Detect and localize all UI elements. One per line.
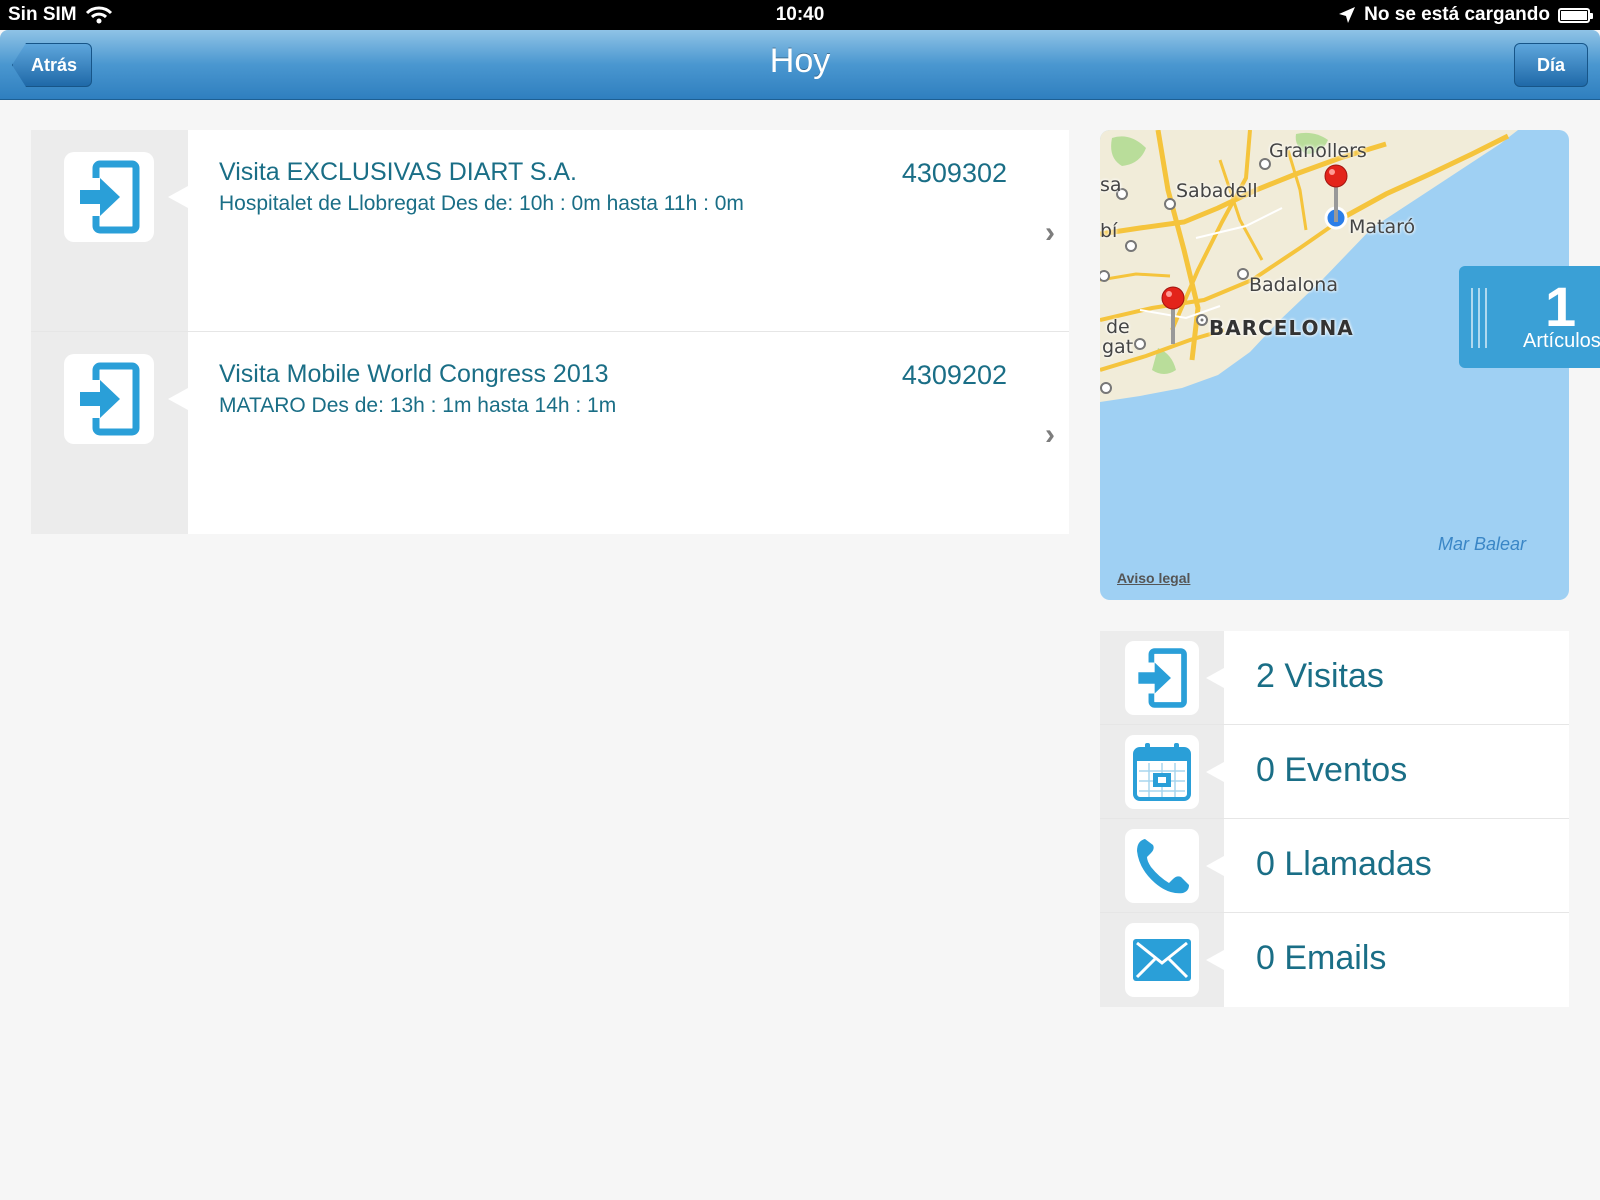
row-notch: [168, 388, 188, 410]
summary-list: 2 Visitas 0 Eventos 0 Llamadas 0 Emails: [1100, 631, 1569, 1007]
battery-icon: [1558, 7, 1593, 23]
chevron-right-icon: ›: [1045, 418, 1055, 451]
summary-row-visits[interactable]: 2 Visitas: [1100, 631, 1569, 725]
map-label-badalona: Badalona: [1249, 274, 1338, 296]
visit-row[interactable]: Visita EXCLUSIVAS DIART S.A. Hospitalet …: [31, 130, 1069, 332]
status-right: No se está cargando: [1338, 4, 1593, 26]
grip-icon: [1471, 288, 1487, 348]
enter-icon: [80, 362, 140, 436]
summary-row-emails[interactable]: 0 Emails: [1100, 913, 1569, 1007]
visit-title: Visita EXCLUSIVAS DIART S.A.: [219, 158, 578, 186]
row-notch: [1206, 762, 1224, 782]
visit-code: 4309302: [901, 158, 1007, 188]
map-label-barcelona: BARCELONA: [1209, 316, 1354, 340]
map-label-de: de: [1106, 316, 1130, 338]
row-notch: [1206, 668, 1224, 688]
day-button[interactable]: Día: [1514, 43, 1588, 87]
row-notch: [1206, 856, 1224, 876]
summary-label: 2 Visitas: [1256, 657, 1384, 695]
charging-label: No se está cargando: [1364, 4, 1550, 25]
chevron-right-icon: ›: [1045, 216, 1055, 249]
summary-label: 0 Emails: [1256, 939, 1387, 977]
visit-list: Visita EXCLUSIVAS DIART S.A. Hospitalet …: [31, 130, 1069, 534]
navigation-bar: Atrás Hoy Día: [0, 30, 1600, 100]
summary-row-events[interactable]: 0 Eventos: [1100, 725, 1569, 819]
location-arrow-icon: [1339, 7, 1356, 23]
calendar-icon: [1133, 743, 1191, 801]
visit-row[interactable]: Visita Mobile World Congress 2013 MATARO…: [31, 332, 1069, 534]
page-title: Hoy: [769, 42, 831, 80]
summary-icon-tile: [1125, 641, 1199, 715]
map-label-granollers: Granollers: [1269, 140, 1367, 162]
map-label-gat: gat: [1102, 336, 1134, 358]
summary-icon-tile: [1125, 735, 1199, 809]
map-label-sa: sa: [1100, 174, 1122, 196]
visit-icon-tile: [64, 354, 154, 444]
map-label-sabadell: Sabadell: [1176, 180, 1258, 202]
visit-subtitle: MATARO Des de: 13h : 1m hasta 14h : 1m: [219, 394, 617, 417]
phone-icon: [1137, 839, 1189, 894]
visit-subtitle: Hospitalet de Llobregat Des de: 10h : 0m…: [219, 192, 744, 215]
row-notch: [1206, 950, 1224, 970]
map-label-bi: bí: [1100, 220, 1118, 242]
articles-label: Artículos: [1523, 330, 1600, 352]
map-label-mataro: Mataró: [1349, 216, 1416, 238]
legal-notice-link[interactable]: Aviso legal: [1117, 570, 1190, 586]
articles-drawer-handle[interactable]: 1 Artículos: [1459, 266, 1600, 368]
enter-icon: [80, 160, 140, 234]
map-label-sea: Mar Balear: [1438, 534, 1527, 554]
summary-label: 0 Llamadas: [1256, 845, 1432, 883]
summary-label: 0 Eventos: [1256, 751, 1408, 789]
enter-icon: [1138, 648, 1187, 708]
summary-icon-tile: [1125, 923, 1199, 997]
status-bar: Sin SIM 10:40 No se está cargando: [0, 0, 1600, 30]
envelope-icon: [1133, 939, 1191, 981]
visit-icon-tile: [64, 152, 154, 242]
visit-title: Visita Mobile World Congress 2013: [219, 360, 609, 388]
row-notch: [168, 186, 188, 208]
summary-row-calls[interactable]: 0 Llamadas: [1100, 819, 1569, 913]
visit-code: 4309202: [901, 360, 1007, 390]
summary-icon-tile: [1125, 829, 1199, 903]
